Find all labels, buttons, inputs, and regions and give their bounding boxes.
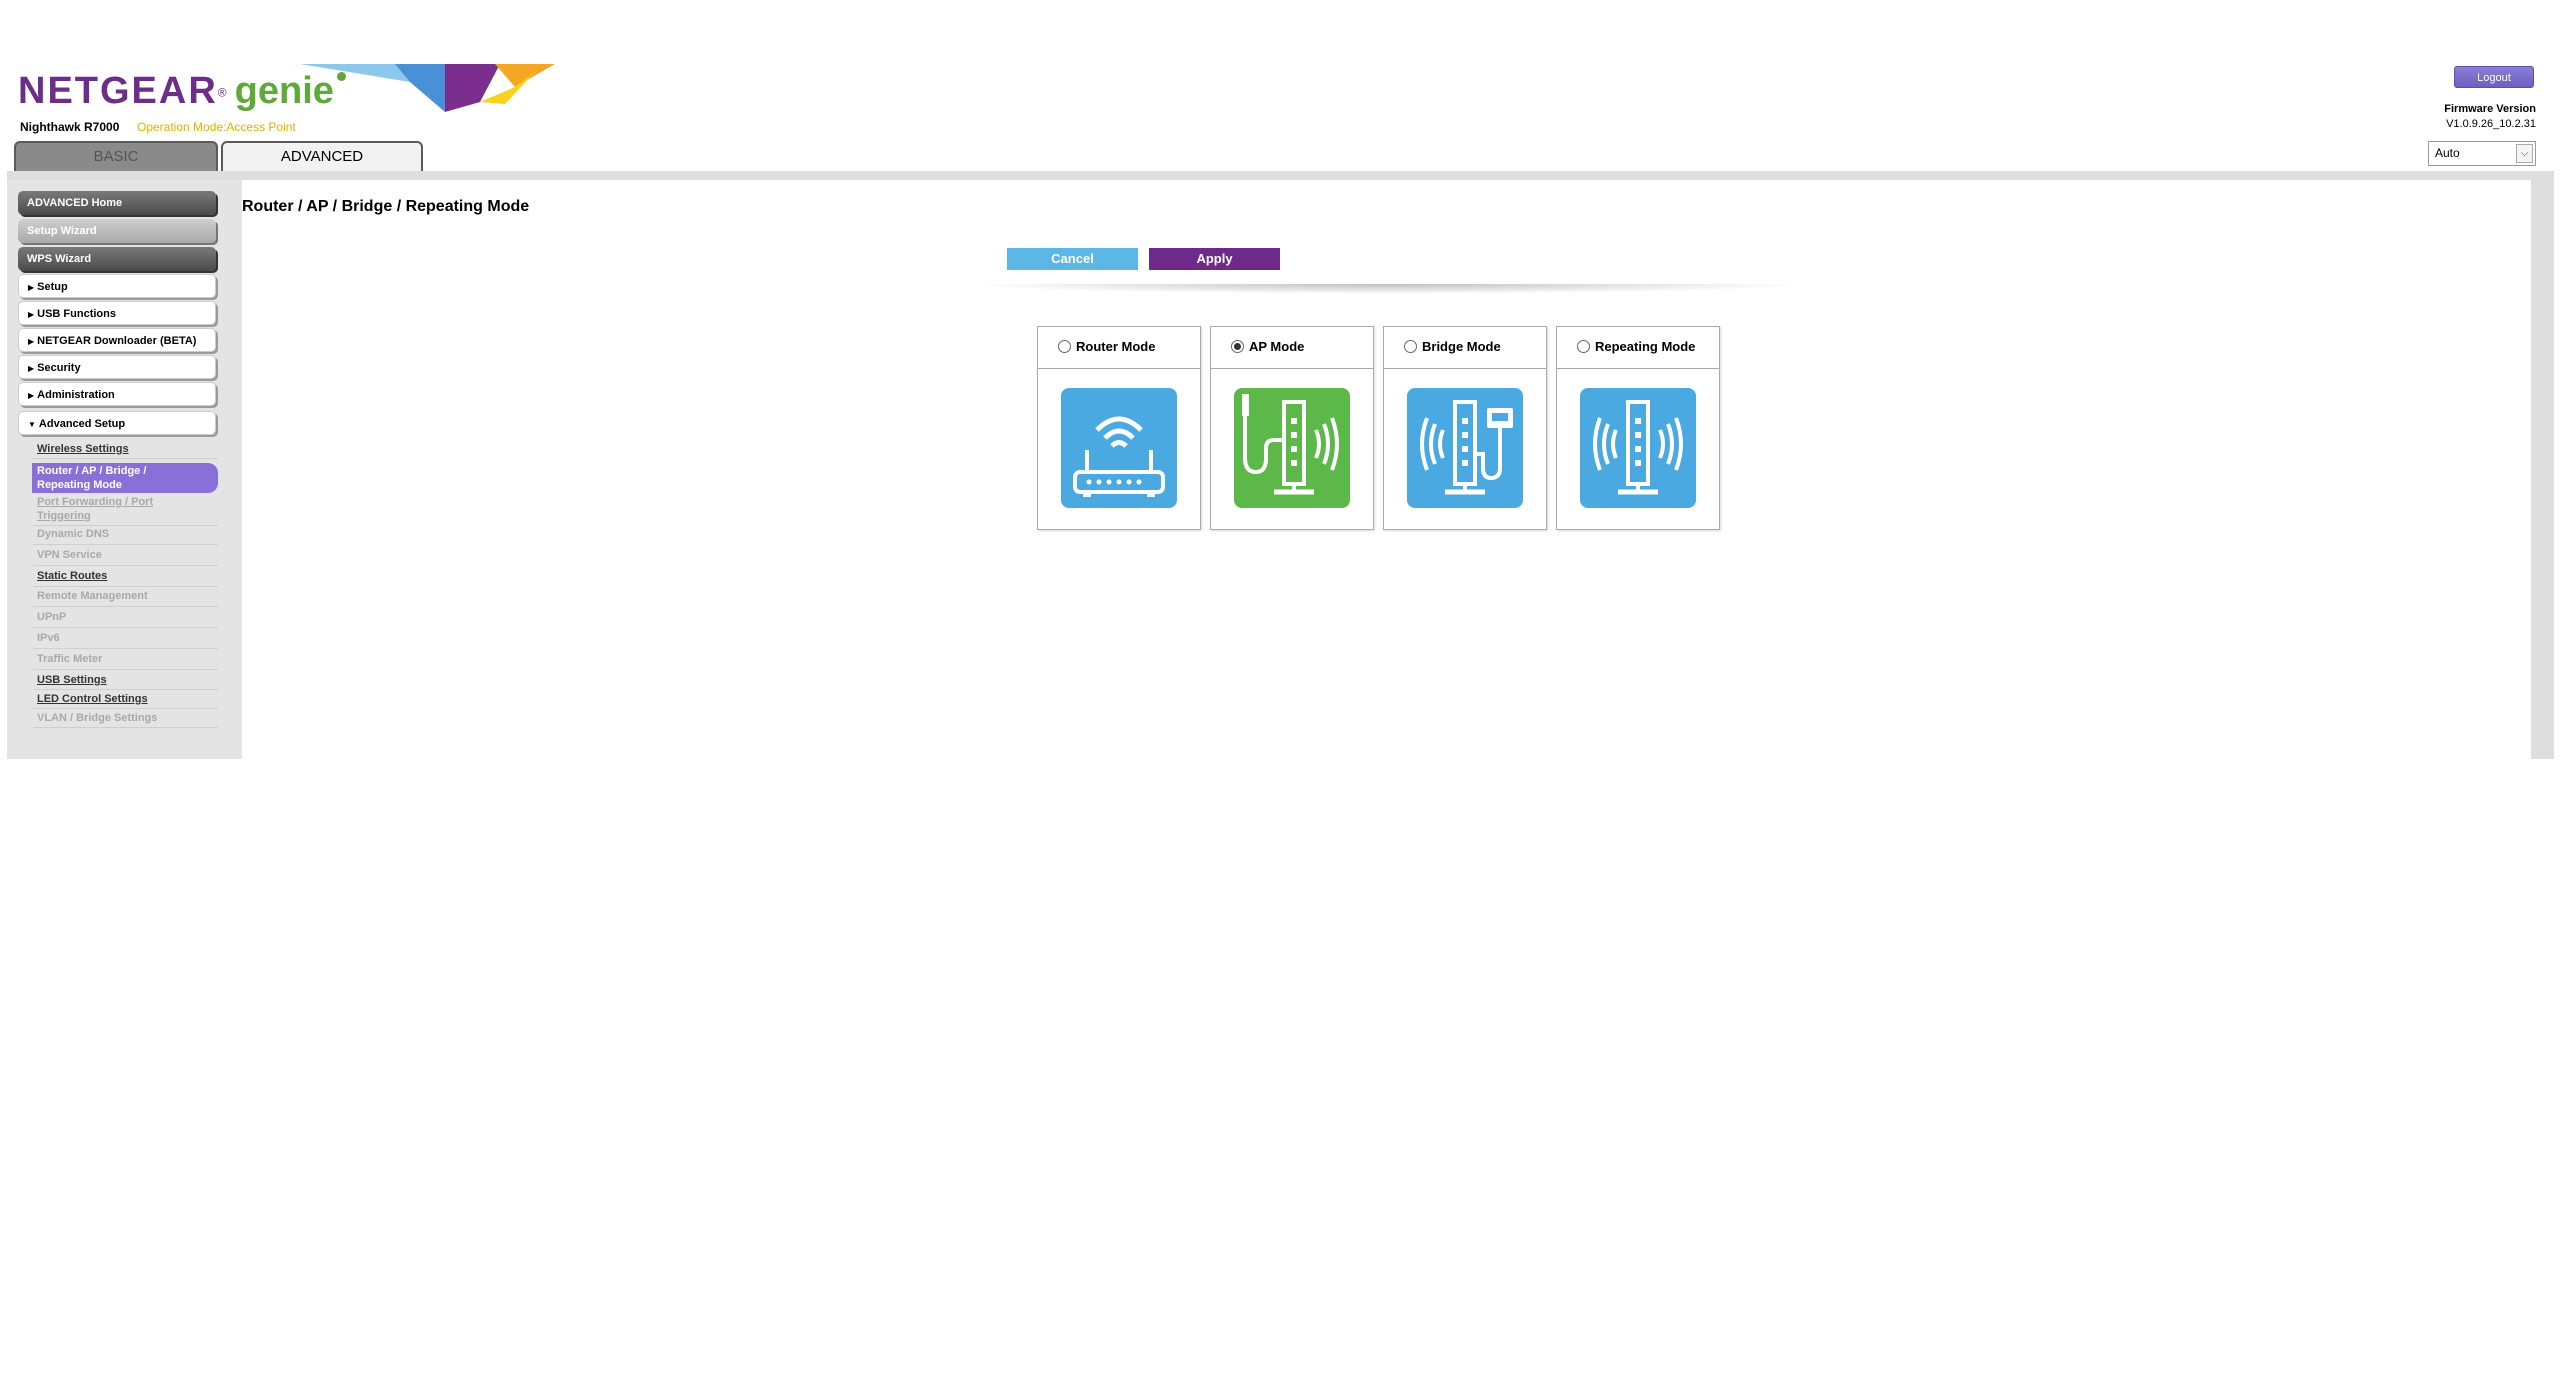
submenu-router-ap-bridge-repeating[interactable]: Router / AP / Bridge / Repeating Mode [32,463,218,493]
triangle-right-icon: ▶ [28,283,35,292]
bridge-mode-card[interactable]: Bridge Mode [1383,326,1547,530]
submenu-label-line: Port Forwarding / Port [37,496,154,508]
operation-mode: Operation Mode:Access Point [137,120,296,134]
router-mode-card[interactable]: Router Mode [1037,326,1201,530]
sidebar-item-usb-functions[interactable]: ▶ USB Functions [18,301,216,325]
submenu-remote-management[interactable]: Remote Management [37,590,217,602]
bridge-mode-option[interactable]: Bridge Mode [1384,327,1546,369]
ap-mode-label: AP Mode [1249,339,1305,354]
tab-advanced[interactable]: ADVANCED [221,141,423,171]
triangle-right-icon: ▶ [28,391,35,400]
sidebar-item-label: Security [37,362,81,374]
page-title: Router / AP / Bridge / Repeating Mode [242,198,530,215]
repeating-mode-label: Repeating Mode [1595,339,1696,354]
triangle-right-icon: ▶ [28,337,35,346]
language-selected-value: Auto [2435,146,2460,160]
sidebar-item-administration[interactable]: ▶ Administration [18,382,216,406]
submenu-vpn-service[interactable]: VPN Service [37,549,217,561]
firmware-version-value: V1.0.9.26_10.2.31 [2446,118,2536,130]
repeating-mode-radio[interactable] [1577,340,1590,353]
submenu-static-routes[interactable]: Static Routes [37,570,217,582]
router-model: Nighthawk R7000 [20,120,120,134]
chevron-down-icon[interactable]: ⌵ [2516,144,2533,163]
logo-brand: NETGEAR [18,70,218,112]
header: NETGEAR® genie Nighthawk R7000 Operation … [0,0,2560,171]
submenu-dynamic-dns[interactable]: Dynamic DNS [37,528,217,540]
bridge-mode-label: Bridge Mode [1422,339,1501,354]
language-select[interactable]: Auto ⌵ [2428,141,2536,166]
router-mode-label: Router Mode [1076,339,1156,354]
firmware-version-label: Firmware Version [2444,103,2536,115]
sidebar-item-label: NETGEAR Downloader (BETA) [37,335,197,347]
access-point-icon [1234,388,1350,508]
submenu-upnp[interactable]: UPnP [37,611,217,623]
submenu-wireless-settings[interactable]: Wireless Settings [37,443,217,455]
sidebar-item-label: Setup [37,281,68,293]
sidebar-item-label: Advanced Setup [38,418,126,430]
submenu-ipv6[interactable]: IPv6 [37,632,217,644]
sidebar-item-security[interactable]: ▶ Security [18,355,216,379]
submenu-label-line: Router / AP / Bridge / [37,465,147,477]
router-mode-radio[interactable] [1058,340,1071,353]
ap-mode-option[interactable]: AP Mode [1211,327,1373,369]
triangle-right-icon: ▶ [28,364,35,373]
triangle-right-icon: ▶ [28,310,35,319]
netgear-genie-logo: NETGEAR® genie [18,70,346,120]
advanced-home-button[interactable]: ADVANCED Home [18,191,216,215]
logo-graphic-icon [300,64,555,112]
triangle-down-icon: ▼ [28,420,36,429]
sidebar: ADVANCED Home Setup Wizard WPS Wizard ▶ S… [7,180,242,759]
repeater-icon [1580,388,1696,508]
repeating-mode-card[interactable]: Repeating Mode [1556,326,1720,530]
ap-mode-radio[interactable] [1231,340,1244,353]
cancel-button[interactable]: Cancel [1007,248,1138,270]
bridge-icon [1407,388,1523,508]
repeating-mode-option[interactable]: Repeating Mode [1557,327,1719,369]
bridge-mode-radio[interactable] [1404,340,1417,353]
sidebar-item-advanced-setup[interactable]: ▼ Advanced Setup [18,411,216,435]
sidebar-item-setup[interactable]: ▶ Setup [18,274,216,298]
sidebar-item-label: Administration [37,389,115,401]
main-content: Router / AP / Bridge / Repeating Mode Ca… [242,180,2531,759]
submenu-led-control-settings[interactable]: LED Control Settings [37,693,217,705]
router-mode-option[interactable]: Router Mode [1038,327,1200,369]
sidebar-item-netgear-downloader[interactable]: ▶ NETGEAR Downloader (BETA) [18,328,216,352]
wps-wizard-button[interactable]: WPS Wizard [18,247,216,271]
submenu-vlan-bridge-settings[interactable]: VLAN / Bridge Settings [37,712,217,724]
divider [962,284,1812,294]
apply-button[interactable]: Apply [1149,248,1280,270]
router-icon [1061,388,1177,508]
logout-button[interactable]: Logout [2454,66,2534,88]
sidebar-item-label: USB Functions [37,308,116,320]
ap-mode-card[interactable]: AP Mode [1210,326,1374,530]
submenu-label-line: Repeating Mode [37,479,122,491]
setup-wizard-button[interactable]: Setup Wizard [18,219,216,243]
tab-basic[interactable]: BASIC [14,141,218,171]
submenu-label-line: Triggering [37,510,91,522]
submenu-port-forwarding[interactable]: Port Forwarding / Port Triggering [37,495,217,523]
submenu-usb-settings[interactable]: USB Settings [37,674,217,686]
submenu-traffic-meter[interactable]: Traffic Meter [37,653,217,665]
